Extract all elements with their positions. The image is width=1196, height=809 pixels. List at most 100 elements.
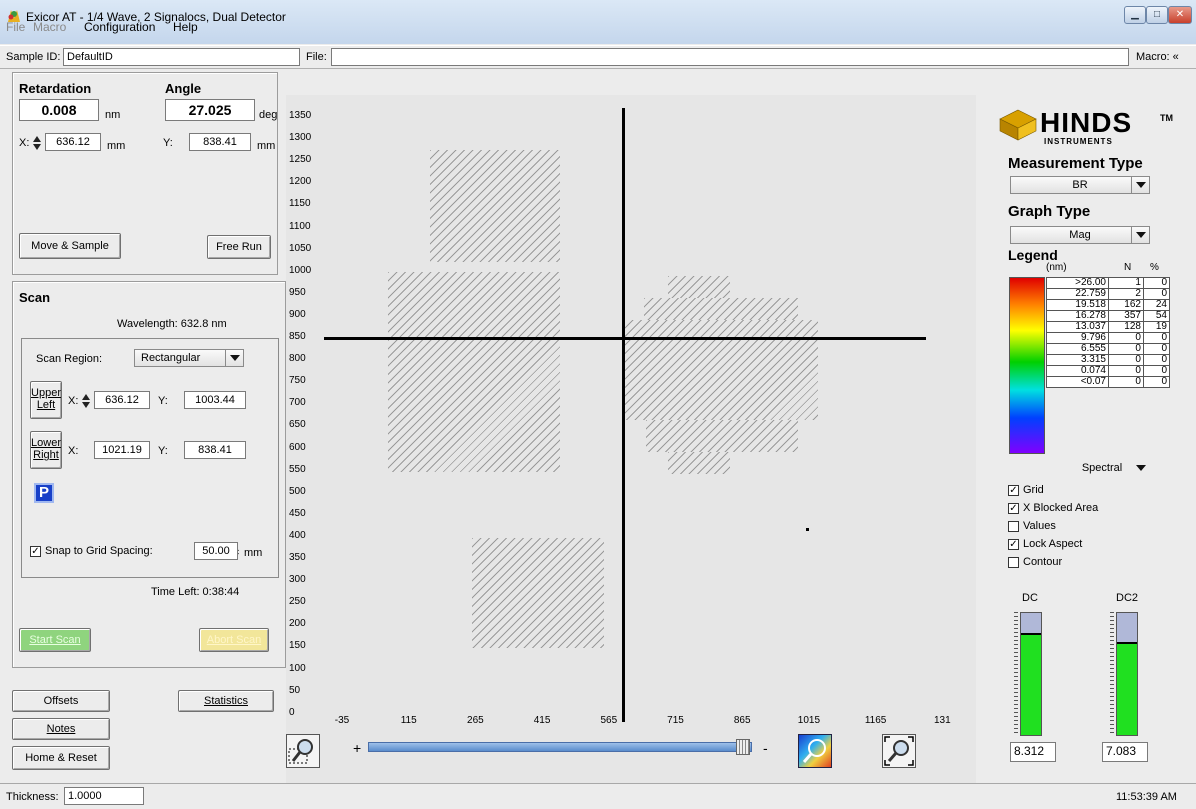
lr-y-input[interactable]: 838.41	[184, 441, 246, 459]
y-tick-label: 250	[289, 596, 306, 608]
start-scan-button[interactable]: Start Scan	[19, 628, 91, 652]
legend-count: 0	[1108, 376, 1144, 388]
data-point	[806, 528, 809, 531]
check-icon: ✓	[1008, 484, 1019, 496]
y-tick-label: 1100	[289, 220, 311, 232]
home-reset-button[interactable]: Home & Reset	[12, 746, 110, 770]
x-spinner-icon[interactable]	[33, 135, 42, 151]
x-position-input[interactable]: 636.12	[45, 133, 101, 151]
contour-label: Contour	[1023, 556, 1063, 568]
legend-row: >26.00 1 0	[1046, 277, 1171, 289]
offsets-button[interactable]: Offsets	[12, 690, 110, 712]
y-tick-label: 450	[289, 507, 306, 519]
crosshair-horizontal	[324, 337, 926, 340]
lr-x-input[interactable]: 1021.19	[94, 441, 150, 459]
xblocked-checkbox[interactable]: ✓ X Blocked Area	[1008, 502, 1098, 514]
legend-value: 22.759	[1046, 288, 1109, 300]
snap-spacing-input[interactable]: 50.00	[194, 542, 238, 560]
hinds-logo-icon	[996, 108, 1040, 142]
dc-level-bar	[1020, 612, 1042, 736]
dc-value: 8.312	[1010, 742, 1056, 762]
menu-macro[interactable]: Macro	[33, 20, 66, 34]
legend-label: Legend	[1008, 247, 1058, 263]
upper-left-button[interactable]: Upper Left	[30, 381, 62, 419]
legend-count: 0	[1108, 365, 1144, 377]
y-tick-label: 850	[289, 331, 306, 342]
notes-button[interactable]: Notes	[12, 718, 110, 740]
y-tick-label: 500	[289, 485, 306, 497]
graph-type-dropdown[interactable]: Mag	[1010, 226, 1150, 244]
maximize-button[interactable]: □	[1146, 6, 1168, 24]
y-tick-label: 900	[289, 308, 306, 320]
sample-id-input[interactable]: DefaultID	[63, 48, 300, 66]
minimize-button[interactable]: ▁	[1124, 6, 1146, 24]
scan-region-dropdown[interactable]: Rectangular	[134, 349, 244, 367]
angle-value: 27.025	[165, 99, 255, 121]
measurement-type-dropdown[interactable]: BR	[1010, 176, 1150, 194]
dc2-value: 7.083	[1102, 742, 1148, 762]
lock-aspect-checkbox[interactable]: ✓ Lock Aspect	[1008, 538, 1082, 550]
scan-title: Scan	[19, 290, 51, 305]
lower-right-button[interactable]: Lower Right	[30, 431, 62, 469]
color-map-icon[interactable]	[798, 734, 832, 768]
abort-scan-button[interactable]: Abort Scan	[199, 628, 269, 652]
p-button[interactable]: P	[34, 483, 54, 503]
ul-x-spinner-icon[interactable]	[82, 393, 91, 409]
ul-y-input[interactable]: 1003.44	[184, 391, 246, 409]
thickness-input[interactable]: 1.0000	[64, 787, 144, 805]
zoom-out-icon[interactable]	[286, 734, 320, 768]
dc-scale	[1014, 612, 1018, 736]
legend-row: 22.759 2 0	[1046, 288, 1171, 300]
legend-value: 13.037	[1046, 321, 1109, 333]
x-tick-label: 1015	[797, 715, 821, 726]
zoom-slider-thumb[interactable]	[736, 739, 750, 755]
values-checkbox[interactable]: Values	[1008, 520, 1056, 532]
y-tick-label: 1350	[289, 110, 312, 121]
blocked-area	[472, 538, 604, 648]
free-run-button[interactable]: Free Run	[207, 235, 271, 259]
legend-col-n: N	[1124, 262, 1132, 273]
y-tick-label: 1200	[289, 176, 312, 188]
zoom-slider[interactable]	[368, 742, 752, 752]
legend-percent: 0	[1142, 288, 1171, 300]
blocked-area	[388, 272, 560, 472]
y-tick-label: 100	[289, 662, 306, 674]
legend-percent: 0	[1142, 354, 1171, 366]
y-tick-label: 1250	[289, 154, 312, 166]
y-tick-label: 300	[289, 574, 306, 586]
y-tick-label: 400	[289, 529, 306, 541]
legend-value: >26.00	[1046, 277, 1109, 289]
legend-value: 0.074	[1046, 365, 1109, 377]
spectral-dropdown[interactable]: Spectral	[1054, 460, 1150, 478]
menu-file[interactable]: File	[6, 20, 25, 34]
snap-grid-checkbox[interactable]: ✓ Snap to Grid Spacing:	[30, 545, 153, 557]
graph-type-label: Graph Type	[1008, 203, 1091, 220]
dc-label: DC	[1022, 592, 1038, 604]
grid-checkbox[interactable]: ✓ Grid	[1008, 484, 1044, 496]
zoom-fit-icon[interactable]	[882, 734, 916, 768]
macro-toggle[interactable]: Macro: «	[1136, 51, 1179, 63]
legend-percent: 0	[1142, 343, 1171, 355]
y-tick-label: 0	[289, 706, 295, 718]
move-sample-button[interactable]: Move & Sample	[19, 233, 121, 259]
ul-x-input[interactable]: 636.12	[94, 391, 150, 409]
statistics-button[interactable]: Statistics	[178, 690, 274, 712]
file-input[interactable]	[331, 48, 1129, 66]
legend-row: 6.555 0 0	[1046, 343, 1171, 355]
menu-help[interactable]: Help	[173, 20, 198, 34]
retardation-value: 0.008	[19, 99, 99, 121]
y-tick-label: 200	[289, 618, 306, 630]
menu-configuration[interactable]: Configuration	[84, 20, 155, 34]
y-position-input[interactable]: 838.41	[189, 133, 251, 151]
spectral-value: Spectral	[1081, 462, 1123, 474]
legend-row: 0.074 0 0	[1046, 365, 1171, 377]
contour-checkbox[interactable]: Contour	[1008, 556, 1062, 568]
values-label: Values	[1023, 520, 1056, 532]
legend-percent: 19	[1142, 321, 1171, 333]
ul-y-label: Y:	[158, 395, 168, 407]
color-scale-bar	[1009, 277, 1045, 454]
snap-unit: mm	[244, 547, 263, 559]
y-tick-label: 750	[289, 375, 306, 387]
close-button[interactable]: ✕	[1168, 6, 1192, 24]
sample-id-bar: Sample ID: DefaultID File: Macro: «	[0, 45, 1196, 69]
